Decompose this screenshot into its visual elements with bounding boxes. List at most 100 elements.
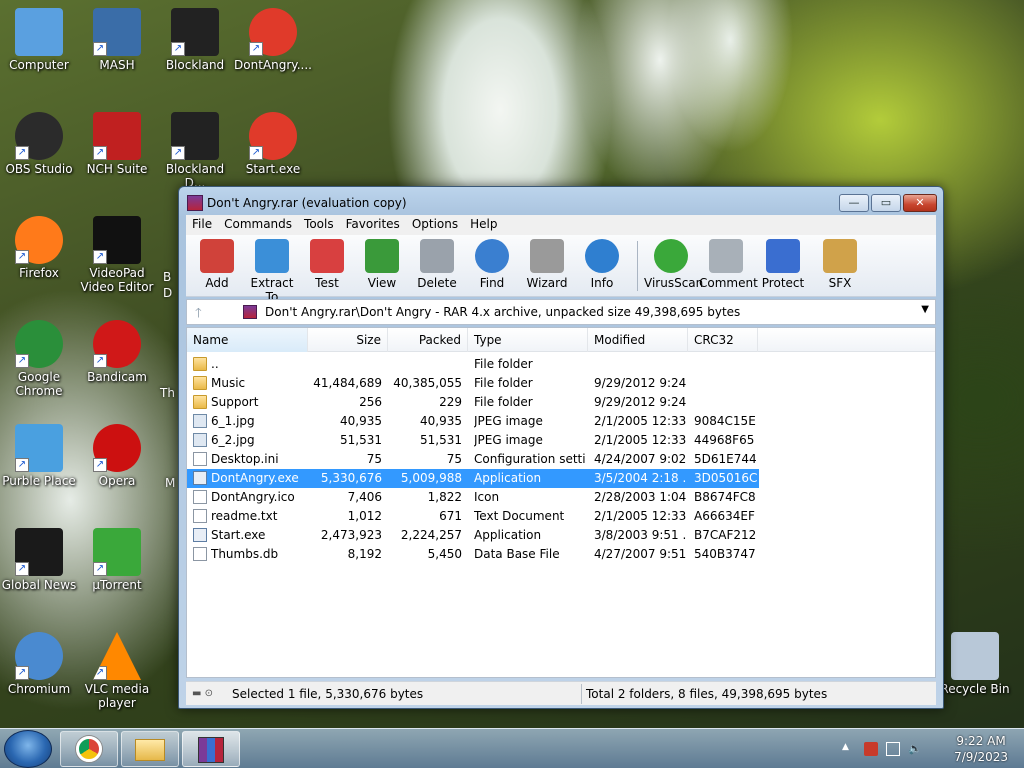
shortcut-arrow-icon: ↗ bbox=[249, 42, 263, 56]
desktop-icon-start-exe[interactable]: ↗ Start.exe bbox=[234, 112, 312, 176]
show-hidden-icon[interactable]: ▲ bbox=[842, 742, 856, 756]
desktop-icon-obs[interactable]: ↗ OBS Studio bbox=[0, 112, 78, 176]
file-row[interactable]: .. File folder bbox=[187, 355, 759, 374]
taskbar-chrome[interactable] bbox=[60, 731, 118, 767]
address-bar[interactable]: 🡑 Don't Angry.rar\Don't Angry - RAR 4.x … bbox=[186, 299, 936, 325]
desktop-icon-videopad[interactable]: ↗ VideoPad Video Editor bbox=[78, 216, 156, 294]
toolbar-wizard-button[interactable]: Wizard bbox=[520, 239, 574, 295]
winrar-icon bbox=[198, 737, 224, 763]
toolbar-find-button[interactable]: Find bbox=[465, 239, 519, 295]
cell-crc bbox=[694, 393, 758, 412]
toolbar-comment-button[interactable]: Comment bbox=[699, 239, 758, 295]
shortcut-arrow-icon: ↗ bbox=[15, 562, 29, 576]
menu-tools[interactable]: Tools bbox=[298, 215, 340, 233]
desktop-icon-chrome[interactable]: ↗ Google Chrome bbox=[0, 320, 78, 398]
toolbar-delete-button[interactable]: Delete bbox=[410, 239, 464, 295]
desktop-icon-dontangry[interactable]: ↗ DontAngry.... bbox=[234, 8, 312, 72]
cell-crc bbox=[694, 374, 758, 393]
desktop-icon-label: OBS Studio bbox=[5, 162, 73, 176]
chevron-down-icon[interactable]: ▼ bbox=[921, 304, 929, 315]
desktop-icon-recycle[interactable]: Recycle Bin bbox=[936, 632, 1014, 696]
cell-type: File folder bbox=[474, 357, 533, 371]
toolbar-protect-button[interactable]: Protect bbox=[756, 239, 810, 295]
menu-options[interactable]: Options bbox=[406, 215, 464, 233]
chromium-icon: ↗ bbox=[15, 632, 63, 680]
desktop-icon-nch[interactable]: ↗ NCH Suite bbox=[78, 112, 156, 176]
image-file-icon bbox=[193, 414, 207, 428]
desktop-icon-computer[interactable]: Computer bbox=[0, 8, 78, 72]
desktop-icon-bandicam[interactable]: ↗ Bandicam bbox=[78, 320, 156, 384]
desktop-icon-mash[interactable]: ↗ MASH bbox=[78, 8, 156, 72]
toolbar-button-label: VirusScan bbox=[644, 276, 704, 290]
desktop-icon-globalnews[interactable]: ↗ Global News bbox=[0, 528, 78, 592]
desktop-icon-chromium[interactable]: ↗ Chromium bbox=[0, 632, 78, 696]
file-row[interactable]: Start.exe 2,473,923 2,224,257 Application 3/… bbox=[187, 526, 759, 545]
column-modified[interactable]: Modified bbox=[588, 328, 688, 352]
desktop-icon-blockland[interactable]: ↗ Blockland bbox=[156, 8, 234, 72]
close-button[interactable]: ✕ bbox=[903, 194, 937, 212]
toolbar-virusscan-button[interactable]: VirusScan bbox=[644, 239, 704, 295]
taskbar-winrar[interactable] bbox=[182, 731, 240, 767]
file-row[interactable]: Support 256 229 File folder 9/29/2012 9:24 .… bbox=[187, 393, 759, 412]
desktop-icon-blockland-d[interactable]: ↗ Blockland D... bbox=[156, 112, 234, 190]
cell-packed: 40,385,055 bbox=[393, 376, 462, 390]
toolbar-sfx-button[interactable]: SFX bbox=[813, 239, 867, 295]
desktop-icon-opera[interactable]: ↗ Opera bbox=[78, 424, 156, 488]
network-icon[interactable] bbox=[886, 742, 900, 756]
menu-favorites[interactable]: Favorites bbox=[340, 215, 406, 233]
minimize-button[interactable]: — bbox=[839, 194, 869, 212]
cell-packed: 229 bbox=[439, 395, 462, 409]
clock[interactable]: 9:22 AM 7/9/2023 bbox=[954, 733, 1008, 765]
volume-muted-icon[interactable]: 🔈 bbox=[908, 742, 922, 756]
cell-name: Music bbox=[211, 376, 246, 390]
file-row[interactable]: Music 41,484,689 40,385,055 File folder 9/29… bbox=[187, 374, 759, 393]
up-arrow-icon[interactable]: 🡑 bbox=[195, 304, 217, 321]
toolbar-view-button[interactable]: View bbox=[355, 239, 409, 295]
desktop-icon-utorrent[interactable]: ↗ µTorrent bbox=[78, 528, 156, 592]
cell-crc: 44968F65 bbox=[694, 433, 755, 447]
file-row[interactable]: DontAngry.ico 7,406 1,822 Icon 2/28/2003 1:0… bbox=[187, 488, 759, 507]
column-type[interactable]: Type bbox=[468, 328, 588, 352]
toolbar-extract-to-button[interactable]: Extract To bbox=[245, 239, 299, 304]
action-center-icon[interactable] bbox=[864, 742, 878, 756]
cell-name: DontAngry.exe bbox=[211, 471, 299, 485]
file-row[interactable]: readme.txt 1,012 671 Text Document 2/1/2005 … bbox=[187, 507, 759, 526]
file-row[interactable]: 6_1.jpg 40,935 40,935 JPEG image 2/1/2005 12… bbox=[187, 412, 759, 431]
shortcut-arrow-icon: ↗ bbox=[171, 146, 185, 160]
menu-help[interactable]: Help bbox=[464, 215, 503, 233]
menu-file[interactable]: File bbox=[186, 215, 218, 233]
desktop-icon-vlc[interactable]: ↗ VLC media player bbox=[78, 632, 156, 710]
desktop-icon-label: DontAngry.... bbox=[234, 58, 312, 72]
cell-name: Desktop.ini bbox=[211, 452, 279, 466]
toolbar-info-button[interactable]: Info bbox=[575, 239, 629, 295]
cell-modified: 4/27/2007 9:51 ... bbox=[594, 547, 686, 561]
title-bar[interactable]: Don't Angry.rar (evaluation copy) — ▭ ✕ bbox=[179, 187, 943, 217]
cell-modified: 2/1/2005 12:33 ... bbox=[594, 509, 686, 523]
desktop-icon-firefox[interactable]: ↗ Firefox bbox=[0, 216, 78, 280]
file-row[interactable]: 6_2.jpg 51,531 51,531 JPEG image 2/1/2005 12… bbox=[187, 431, 759, 450]
desktop-icon-label: Computer bbox=[9, 58, 69, 72]
desktop-icon-purble[interactable]: ↗ Purble Place bbox=[0, 424, 78, 488]
file-row[interactable]: Desktop.ini 75 75 Configuration setti... 4/2… bbox=[187, 450, 759, 469]
toolbar-add-button[interactable]: Add bbox=[190, 239, 244, 295]
toolbar-button-label: Find bbox=[479, 276, 505, 290]
start-button[interactable] bbox=[4, 730, 52, 768]
cell-size: 256 bbox=[359, 395, 382, 409]
clock-date: 7/9/2023 bbox=[954, 750, 1008, 764]
column-size[interactable]: Size bbox=[308, 328, 388, 352]
maximize-button[interactable]: ▭ bbox=[871, 194, 901, 212]
menu-commands[interactable]: Commands bbox=[218, 215, 298, 233]
file-list[interactable]: Name Size Packed Type Modified CRC32 .. F… bbox=[186, 327, 936, 678]
column-name[interactable]: Name bbox=[187, 328, 308, 352]
column-packed[interactable]: Packed bbox=[388, 328, 468, 352]
cell-type: Application bbox=[474, 471, 542, 485]
toolbar-test-button[interactable]: Test bbox=[300, 239, 354, 295]
toolbar-button-label: Wizard bbox=[526, 276, 568, 290]
taskbar-explorer[interactable] bbox=[121, 731, 179, 767]
column-crc32[interactable]: CRC32 bbox=[688, 328, 758, 352]
file-row[interactable]: DontAngry.exe 5,330,676 5,009,988 Applicati… bbox=[187, 469, 759, 488]
folder-icon bbox=[193, 376, 207, 390]
cell-name: 6_1.jpg bbox=[211, 414, 255, 428]
desktop-icon-label: Firefox bbox=[19, 266, 59, 280]
file-row[interactable]: Thumbs.db 8,192 5,450 Data Base File 4/27/20… bbox=[187, 545, 759, 564]
